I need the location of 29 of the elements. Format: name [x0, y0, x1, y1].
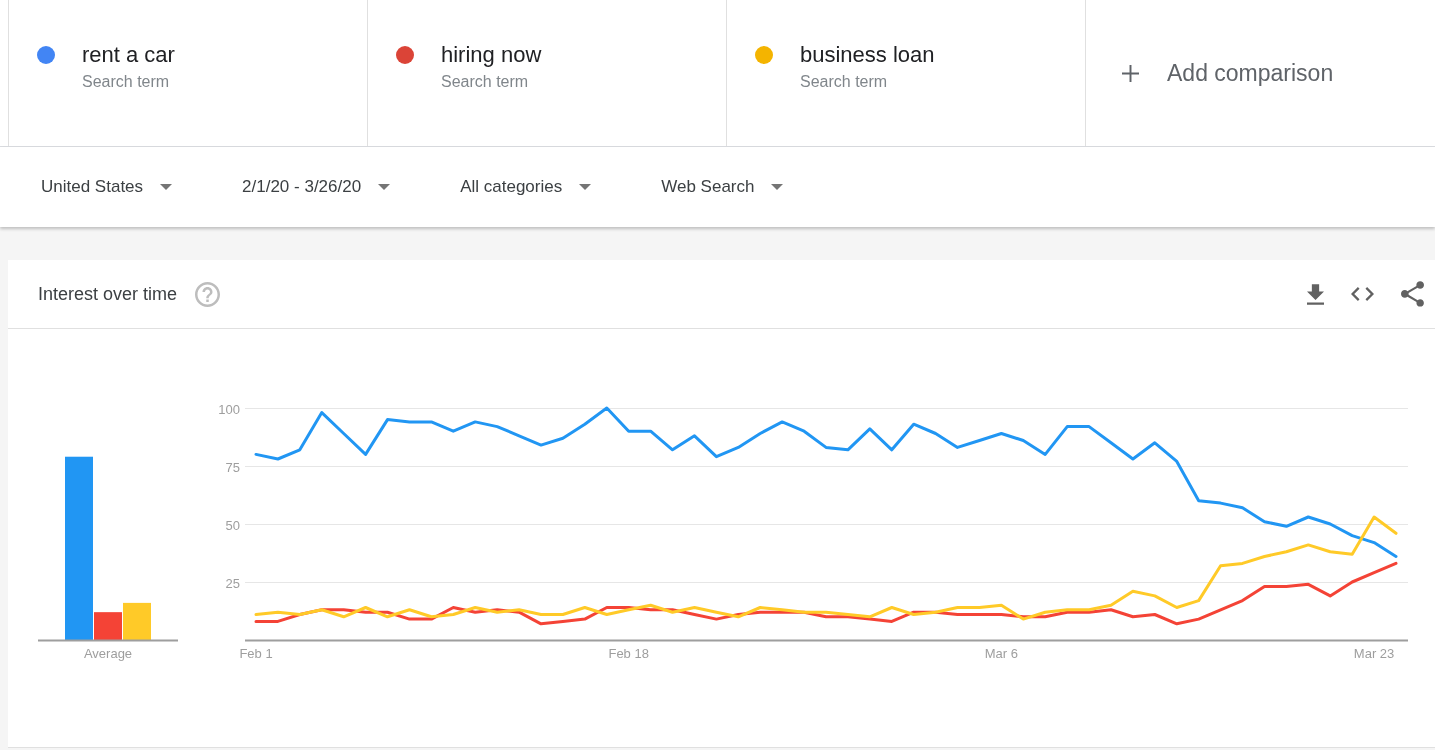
term-type-label: Search term	[441, 72, 529, 92]
search-term-label[interactable]: hiring now	[441, 42, 542, 68]
axis-label: 100	[218, 401, 240, 417]
plus-icon	[1122, 64, 1139, 82]
download-icon[interactable]	[1307, 283, 1324, 305]
share-icon[interactable]	[1401, 281, 1424, 307]
card-title: Interest over time	[38, 283, 178, 305]
axis-label: Mar 6	[984, 646, 1018, 661]
axis-label: 50	[225, 517, 240, 533]
search-term-label[interactable]: business loan	[800, 42, 935, 68]
axis-label: Mar 23	[1353, 646, 1395, 661]
filter-dropdown[interactable]: Web Search	[661, 177, 784, 197]
term-type-label: Search term	[82, 72, 170, 92]
caret-icon	[160, 184, 173, 190]
add-comparison-button[interactable]: Add comparison	[1122, 59, 1334, 87]
axis-label: Feb 18	[608, 646, 649, 661]
caret-icon	[579, 184, 592, 190]
caret-icon	[771, 184, 784, 190]
axis-label: Average	[83, 646, 133, 661]
axis-label: 75	[225, 459, 240, 475]
filter-dropdown[interactable]: United States	[41, 177, 173, 197]
embed-code-icon[interactable]	[1351, 287, 1374, 301]
term-type-label: Search term	[800, 72, 888, 92]
axis-label: Feb 1	[239, 646, 273, 661]
filter-dropdown[interactable]: All categories	[460, 177, 592, 197]
filter-dropdown[interactable]: 2/1/20 - 3/26/20	[242, 177, 391, 197]
axis-label: 25	[225, 575, 240, 591]
caret-icon	[378, 184, 391, 190]
search-term-label[interactable]: rent a car	[82, 42, 175, 68]
